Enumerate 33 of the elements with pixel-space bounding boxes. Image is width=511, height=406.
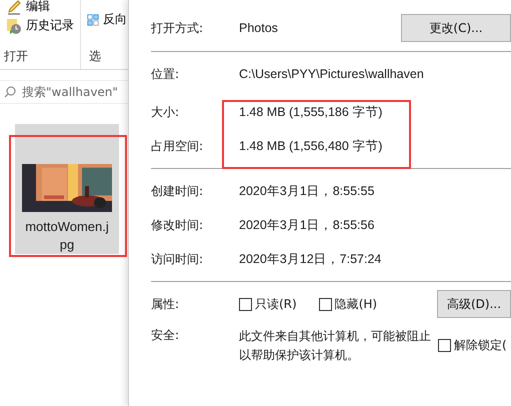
field-label: 安全: xyxy=(151,327,180,344)
field-label: 属性: xyxy=(151,296,180,312)
field-value: 1.48 MB (1,556,480 字节) xyxy=(239,138,382,154)
field-value: C:\Users\PYY\Pictures\wallhaven xyxy=(239,67,424,81)
field-label: 打开方式: xyxy=(151,20,204,36)
ribbon-item[interactable]: 反向 xyxy=(87,10,127,29)
field-label: 位置: xyxy=(151,66,180,82)
field-label: 修改时间: xyxy=(151,216,204,234)
group-label: 打开 xyxy=(4,48,28,65)
group-label: 选 xyxy=(89,48,101,65)
search-field[interactable]: 搜索"wallhaven" xyxy=(0,80,128,104)
search-icon xyxy=(4,86,16,98)
ribbon-item[interactable]: 编辑 xyxy=(6,0,80,16)
field-value: 2020年3月12日，7:57:24 xyxy=(239,250,382,268)
pencil-icon xyxy=(6,0,22,14)
file-item[interactable]: mottoWomen.jpg xyxy=(15,124,119,254)
history-icon xyxy=(6,18,22,34)
field-value: 1.48 MB (1,555,186 字节) xyxy=(239,104,382,120)
checkbox[interactable]: 解除锁定( xyxy=(438,337,507,354)
field-value: Photos xyxy=(239,21,278,35)
field-value: 2020年3月1日，8:55:55 xyxy=(239,182,374,200)
field-label: 大小: xyxy=(151,104,180,120)
advanced-button[interactable]: 高级(D)... xyxy=(437,290,511,318)
security-text: 此文件来自其他计算机，可能被阻止以帮助保护该计算机。 xyxy=(239,328,432,364)
field-value: 2020年3月1日，8:55:56 xyxy=(239,216,374,234)
field-label: 创建时间: xyxy=(151,182,204,200)
invert-selection-icon xyxy=(87,12,99,28)
checkbox[interactable]: 只读(R) xyxy=(239,296,297,312)
checkbox[interactable]: 隐藏(H) xyxy=(318,296,378,312)
field-label: 访问时间: xyxy=(151,250,204,268)
change-button[interactable]: 更改(C)... xyxy=(401,14,511,42)
ribbon-item[interactable]: 历史记录 xyxy=(6,16,80,35)
field-label: 占用空间: xyxy=(151,138,204,154)
